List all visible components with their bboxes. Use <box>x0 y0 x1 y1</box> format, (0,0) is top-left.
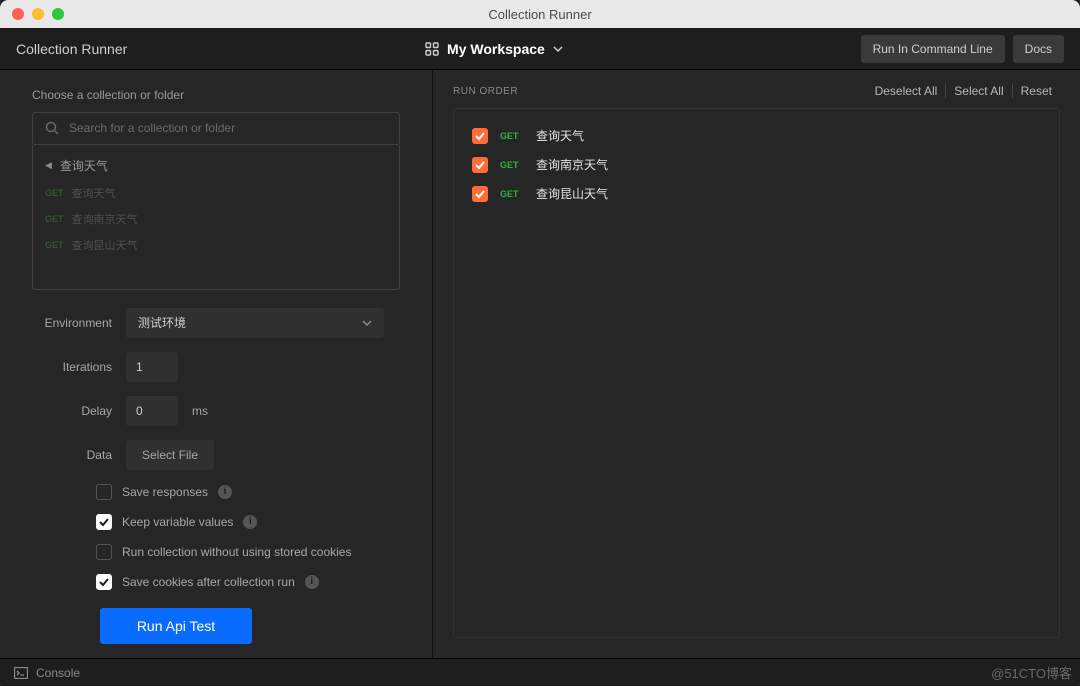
run-order-item[interactable]: GET 查询南京天气 <box>454 150 1059 179</box>
collection-tree: ◀ 查询天气 GET 查询天气 GET 查询南京天气 GET 查询昆山天气 <box>32 145 400 290</box>
order-checkbox[interactable] <box>472 128 488 144</box>
info-icon[interactable]: i <box>218 485 232 499</box>
run-order-panel: RUN ORDER Deselect All Select All Reset … <box>432 70 1080 658</box>
save-responses-checkbox[interactable] <box>96 484 112 500</box>
search-icon <box>45 121 59 135</box>
header-bar: Collection Runner My Workspace Run In Co… <box>0 28 1080 70</box>
mac-titlebar: Collection Runner <box>0 0 1080 28</box>
run-order-item[interactable]: GET 查询天气 <box>454 121 1059 150</box>
search-input[interactable] <box>69 121 387 135</box>
tree-folder[interactable]: ◀ 查询天气 <box>33 151 399 180</box>
environment-select[interactable]: 测试环境 <box>126 308 384 338</box>
tree-item-name: 查询天气 <box>72 185 116 201</box>
data-label: Data <box>32 448 112 462</box>
tree-item[interactable]: GET 查询昆山天气 <box>33 232 399 258</box>
tree-item-name: 查询南京天气 <box>72 211 138 227</box>
select-file-button[interactable]: Select File <box>126 440 214 470</box>
tree-item-name: 查询昆山天气 <box>72 237 138 253</box>
method-badge: GET <box>500 160 524 170</box>
select-all-button[interactable]: Select All <box>945 84 1011 98</box>
deselect-all-button[interactable]: Deselect All <box>867 84 946 98</box>
folder-name: 查询天气 <box>60 157 108 174</box>
console-button[interactable]: Console <box>36 666 80 680</box>
caret-left-icon: ◀ <box>45 160 52 171</box>
environment-label: Environment <box>32 316 112 330</box>
chevron-down-icon <box>553 44 563 54</box>
workspace-grid-icon <box>425 42 439 56</box>
tree-item[interactable]: GET 查询南京天气 <box>33 206 399 232</box>
environment-value: 测试环境 <box>138 314 186 331</box>
docs-button[interactable]: Docs <box>1013 35 1064 63</box>
method-badge: GET <box>500 189 524 199</box>
footer-bar: Console <box>0 658 1080 686</box>
app-title: Collection Runner <box>16 41 127 57</box>
delay-unit: ms <box>192 404 208 418</box>
no-stored-cookies-label: Run collection without using stored cook… <box>122 545 351 559</box>
delay-input[interactable]: 0 <box>126 396 178 426</box>
window-title: Collection Runner <box>0 7 1080 22</box>
workspace-name: My Workspace <box>447 41 545 57</box>
info-icon[interactable]: i <box>305 575 319 589</box>
info-icon[interactable]: i <box>243 515 257 529</box>
chevron-down-icon <box>362 318 372 328</box>
keep-variables-label: Keep variable values <box>122 515 233 529</box>
run-in-cli-button[interactable]: Run In Command Line <box>861 35 1005 63</box>
request-name: 查询南京天气 <box>536 156 608 173</box>
keep-variables-checkbox[interactable] <box>96 514 112 530</box>
run-order-item[interactable]: GET 查询昆山天气 <box>454 179 1059 208</box>
watermark: @51CTO博客 <box>991 663 1072 682</box>
run-order-list: GET 查询天气 GET 查询南京天气 GET 查询昆山天气 <box>453 108 1060 638</box>
run-order-title: RUN ORDER <box>453 86 518 97</box>
save-responses-label: Save responses <box>122 485 208 499</box>
save-cookies-label: Save cookies after collection run <box>122 575 295 589</box>
iterations-label: Iterations <box>32 360 112 374</box>
tree-item[interactable]: GET 查询天气 <box>33 180 399 206</box>
reset-button[interactable]: Reset <box>1012 84 1060 98</box>
order-checkbox[interactable] <box>472 186 488 202</box>
choose-collection-label: Choose a collection or folder <box>0 88 432 112</box>
workspace-switcher[interactable]: My Workspace <box>127 41 860 57</box>
method-badge: GET <box>45 240 64 250</box>
collection-search[interactable] <box>32 112 400 145</box>
method-badge: GET <box>45 214 64 224</box>
delay-label: Delay <box>32 404 112 418</box>
request-name: 查询天气 <box>536 127 584 144</box>
no-stored-cookies-checkbox[interactable] <box>96 544 112 560</box>
request-name: 查询昆山天气 <box>536 185 608 202</box>
order-checkbox[interactable] <box>472 157 488 173</box>
console-icon <box>14 667 28 679</box>
iterations-input[interactable]: 1 <box>126 352 178 382</box>
method-badge: GET <box>500 131 524 141</box>
save-cookies-checkbox[interactable] <box>96 574 112 590</box>
left-panel: Choose a collection or folder ◀ 查询天气 GET… <box>0 70 432 658</box>
method-badge: GET <box>45 188 64 198</box>
run-collection-button[interactable]: Run Api Test <box>100 608 252 644</box>
